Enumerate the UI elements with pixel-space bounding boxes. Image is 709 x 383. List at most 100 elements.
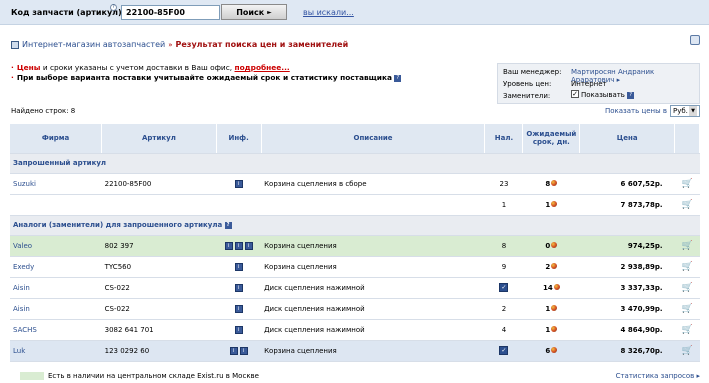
info-icon[interactable]: i bbox=[239, 346, 248, 355]
supplier-stats-icon[interactable] bbox=[551, 241, 558, 248]
cell-term: 14 bbox=[522, 277, 580, 299]
cell-firm[interactable]: Valeo bbox=[10, 235, 102, 257]
info-icon[interactable]: i bbox=[224, 241, 233, 250]
results-table: Фирма Артикул Инф. Описание Нал. Ожидаем… bbox=[10, 124, 700, 362]
search-history-link[interactable]: вы искали... bbox=[303, 8, 354, 17]
currency-select[interactable]: Руб. ▼ bbox=[670, 105, 700, 117]
help-icon[interactable]: ? bbox=[224, 221, 232, 229]
cell-firm[interactable]: Exedy bbox=[10, 256, 102, 278]
manager-label: Ваш менеджер: bbox=[503, 68, 562, 76]
cell-cart: 🛒 bbox=[674, 298, 700, 320]
cell-price: 3 470,99р. bbox=[579, 298, 675, 320]
section-analogs-text: Аналоги (заменители) для запрошенного ар… bbox=[13, 221, 223, 229]
supplier-stats-icon[interactable] bbox=[551, 200, 558, 207]
manager-panel: Ваш менеджер: Мартиросян Андраник Арарат… bbox=[497, 63, 700, 104]
col-availability[interactable]: Нал. bbox=[484, 124, 524, 154]
print-icon[interactable] bbox=[690, 35, 700, 45]
info-icon[interactable]: i bbox=[229, 346, 238, 355]
cart-icon[interactable]: 🛒 bbox=[682, 179, 693, 188]
question-icon[interactable]: ? bbox=[110, 4, 117, 11]
search-input[interactable]: 22100-85F00 bbox=[121, 5, 220, 20]
info-icon[interactable]: i bbox=[244, 241, 253, 250]
bullet: · bbox=[11, 73, 14, 82]
col-term[interactable]: Ожидаемый срок, дн. bbox=[522, 124, 581, 154]
cell-article: CS-022 bbox=[101, 298, 217, 320]
note-text: и сроки указаны с учетом доставки в Ваш … bbox=[40, 63, 235, 72]
col-cart bbox=[674, 124, 700, 154]
cell-cart: 🛒 bbox=[674, 340, 700, 362]
substitutes-toggle[interactable]: ✓ Показывать ? bbox=[571, 90, 635, 99]
details-link[interactable]: подробнее... bbox=[235, 63, 290, 72]
term-value: 1 bbox=[545, 200, 551, 209]
cart-icon[interactable]: 🛒 bbox=[682, 346, 693, 355]
cell-firm[interactable]: SACHS bbox=[10, 319, 102, 341]
cell-article: 3082 641 701 bbox=[101, 319, 217, 341]
col-price[interactable]: Цена bbox=[579, 124, 676, 154]
in-stock-check-icon: ✓ bbox=[499, 346, 509, 355]
cart-icon[interactable]: 🛒 bbox=[682, 262, 693, 271]
supplier-stats-icon[interactable] bbox=[551, 346, 558, 353]
note-prices: Цены bbox=[16, 63, 41, 72]
currency-selector: Показать цены в Руб. ▼ bbox=[605, 105, 700, 117]
col-info: Инф. bbox=[216, 124, 262, 154]
cell-firm[interactable]: Luk bbox=[10, 340, 102, 362]
cell-price: 8 326,70р. bbox=[579, 340, 675, 362]
cell-description: Корзина сцепления bbox=[261, 340, 485, 362]
cell-firm[interactable]: Aisin bbox=[10, 277, 102, 299]
cell-term: 0 bbox=[522, 235, 580, 257]
stats-link[interactable]: Статистика запросов ▸ bbox=[616, 372, 700, 380]
cell-price: 2 938,89р. bbox=[579, 256, 675, 278]
cell-availability-value: 9 bbox=[501, 262, 507, 271]
cell-article: CS-022 bbox=[101, 277, 217, 299]
cell-term: 2 bbox=[522, 256, 580, 278]
cell-info: i bbox=[216, 277, 262, 299]
table-row: SACHS 3082 641 701 i Диск сцепления нажимно… bbox=[10, 319, 700, 341]
supplier-stats-icon[interactable] bbox=[553, 283, 560, 290]
cart-icon[interactable]: 🛒 bbox=[682, 200, 693, 209]
breadcrumb-shop-link[interactable]: Интернет-магазин автозапчастей bbox=[22, 40, 165, 49]
info-icon[interactable]: i bbox=[234, 262, 243, 271]
term-value: 2 bbox=[545, 262, 551, 271]
supplier-stats-icon[interactable] bbox=[551, 179, 558, 186]
cell-firm[interactable]: Aisin bbox=[10, 298, 102, 320]
cell-term: 8 bbox=[522, 173, 580, 195]
info-icon[interactable]: i bbox=[234, 304, 243, 313]
cart-icon[interactable]: 🛒 bbox=[682, 304, 693, 313]
term-value: 6 bbox=[545, 346, 551, 355]
cell-description: Корзина сцепления bbox=[261, 235, 485, 257]
help-icon[interactable]: ? bbox=[627, 91, 635, 99]
cell-price: 4 864,90р. bbox=[579, 319, 675, 341]
cell-firm[interactable]: Suzuki bbox=[10, 173, 102, 195]
cell-price: 3 337,33р. bbox=[579, 277, 675, 299]
info-icon[interactable]: i bbox=[234, 325, 243, 334]
search-button[interactable]: Поиск ► bbox=[221, 4, 287, 20]
table-row: Aisin CS-022 i Диск сцепления нажимной ✓ 14 3 … bbox=[10, 277, 700, 299]
help-icon[interactable]: ? bbox=[394, 74, 402, 82]
cell-firm[interactable] bbox=[10, 194, 102, 216]
cell-term: 1 bbox=[522, 298, 580, 320]
cell-price: 974,25р. bbox=[579, 235, 675, 257]
info-icon[interactable]: i bbox=[234, 241, 243, 250]
table-row: Suzuki 22100-85F00 i Корзина сцепления в сб… bbox=[10, 173, 700, 195]
col-description[interactable]: Описание bbox=[261, 124, 486, 154]
cart-icon[interactable]: 🛒 bbox=[682, 325, 693, 334]
cell-availability: 8 bbox=[484, 235, 523, 257]
cell-description: Корзина сцепления bbox=[261, 256, 485, 278]
substitutes-label: Заменители: bbox=[503, 92, 551, 100]
col-firm[interactable]: Фирма bbox=[10, 124, 103, 154]
info-icon[interactable]: i bbox=[234, 179, 243, 188]
supplier-stats-icon[interactable] bbox=[551, 304, 558, 311]
supplier-stats-icon[interactable] bbox=[551, 325, 558, 332]
price-level-value: Интернет bbox=[571, 80, 607, 88]
search-bar: Код запчасти (артикул): ? 22100-85F00 По… bbox=[0, 0, 709, 25]
table-row: Aisin CS-022 i Диск сцепления нажимной 2 1 3 4… bbox=[10, 298, 700, 320]
cart-icon[interactable]: 🛒 bbox=[682, 241, 693, 250]
info-icon[interactable]: i bbox=[234, 283, 243, 292]
checkbox-icon[interactable]: ✓ bbox=[571, 90, 579, 98]
cart-icon[interactable]: 🛒 bbox=[682, 283, 693, 292]
supplier-stats-icon[interactable] bbox=[551, 262, 558, 269]
search-label: Код запчасти (артикул): bbox=[11, 8, 125, 17]
table-row: Exedy TYC560 i Корзина сцепления 9 2 2 938,89р… bbox=[10, 256, 700, 278]
search-button-label: Поиск bbox=[236, 7, 265, 17]
col-article[interactable]: Артикул bbox=[101, 124, 217, 154]
